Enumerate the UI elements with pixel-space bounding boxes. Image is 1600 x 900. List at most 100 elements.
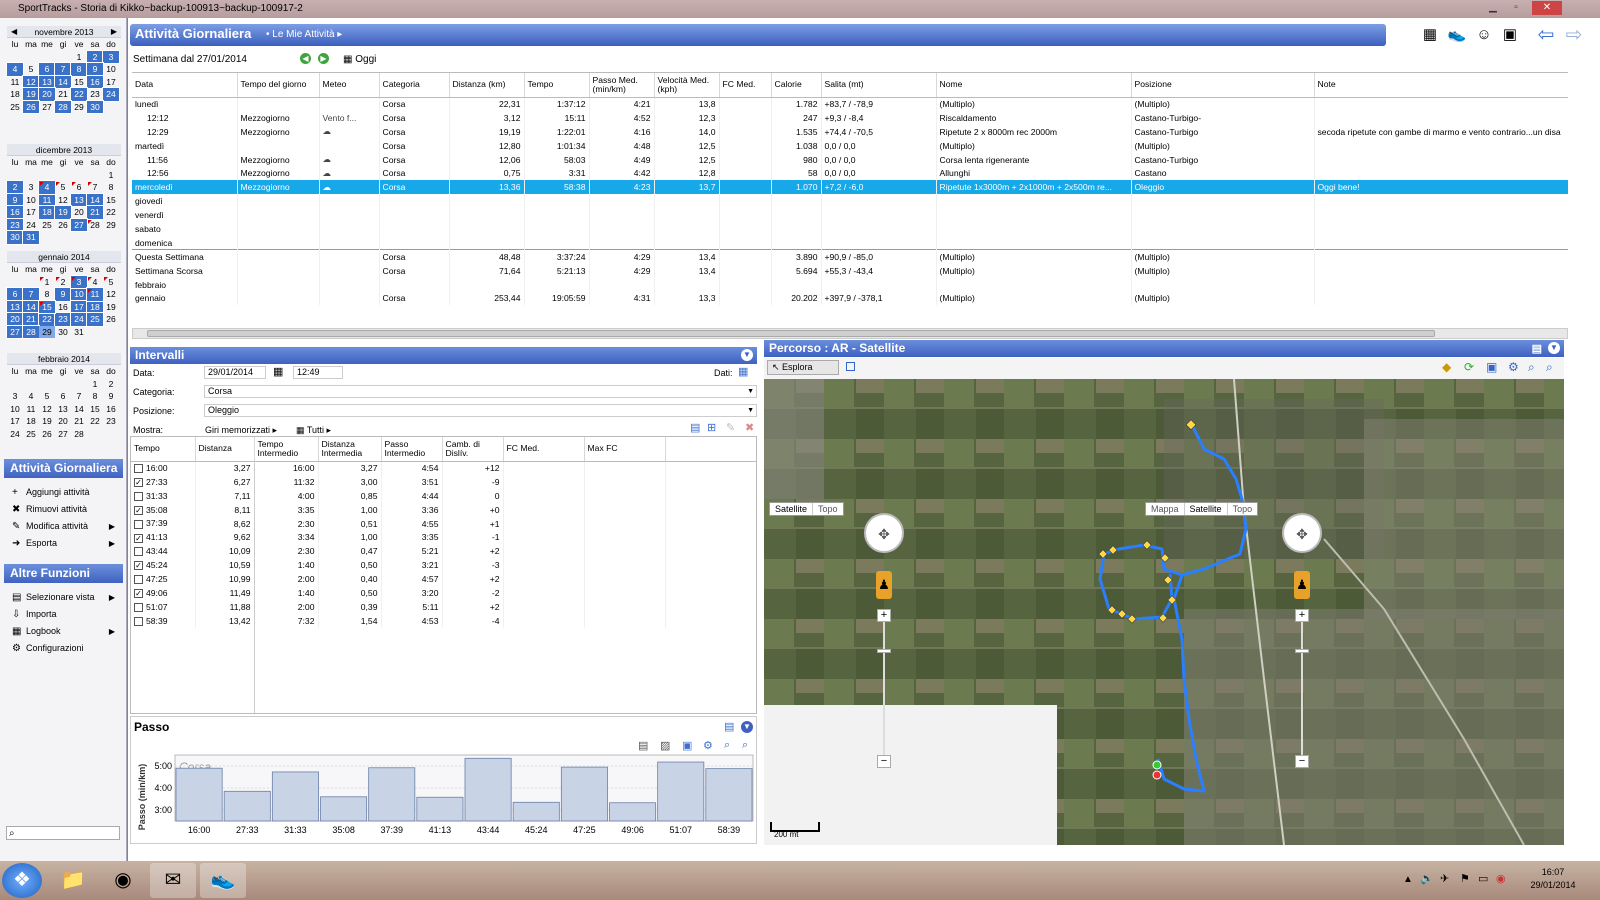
calendar-day[interactable]: 21 [22, 312, 40, 327]
save-map-icon[interactable]: ▣ [1486, 360, 1497, 374]
calendar-day[interactable]: 13 [6, 299, 24, 314]
lap-checkbox[interactable] [134, 491, 143, 501]
calendar-day[interactable]: 17 [23, 206, 39, 219]
calendar-day[interactable]: 19 [103, 301, 119, 314]
map-zoom-in-icon[interactable]: ⌕ [1546, 360, 1553, 375]
horizontal-scrollbar[interactable] [132, 328, 1568, 339]
calendar-day[interactable]: 13 [38, 74, 56, 89]
time-field[interactable]: 12:49 [293, 366, 343, 379]
calendar-day[interactable]: 4 [6, 62, 24, 77]
calendar-day[interactable]: 25 [39, 219, 55, 232]
menu-item[interactable]: ✎ Modifica attività ▶ [4, 518, 123, 535]
calendar-day[interactable]: 4 [87, 276, 103, 289]
lap-row[interactable]: 58:39 13,42 7:32 1,54 4:53 -4 [131, 613, 756, 628]
show-laps-dropdown[interactable]: Giri memorizzati ▸ [205, 425, 277, 436]
lap-checkbox[interactable]: ✓ [134, 505, 143, 515]
calendar-day[interactable]: 27 [39, 101, 55, 114]
calendar-day[interactable]: 14 [71, 403, 87, 416]
calendar-day[interactable]: 15 [103, 194, 119, 207]
calendar-day[interactable]: 15 [38, 299, 56, 314]
calendar-day[interactable]: 28 [22, 324, 40, 339]
data-options-icon[interactable]: ▦ [738, 365, 748, 378]
calendar-day[interactable]: 4 [38, 180, 56, 195]
tab-topo[interactable]: Topo [813, 503, 843, 515]
pace-bar[interactable] [416, 796, 464, 822]
network-icon[interactable]: ✈ [1440, 872, 1449, 885]
chrome-icon[interactable]: ◉ [100, 863, 146, 898]
calendar-day[interactable]: 21 [71, 415, 87, 428]
column-header[interactable]: Salita (mt) [821, 73, 937, 98]
calendar-day[interactable]: 6 [38, 62, 56, 77]
all-dropdown[interactable]: ▦ Tutti ▸ [296, 425, 331, 436]
start-button[interactable]: ❖ [2, 863, 42, 898]
lap-column-header[interactable]: Camb. di Dislív. [442, 437, 504, 462]
pace-bar[interactable] [223, 790, 271, 822]
pace-bar[interactable] [705, 768, 753, 822]
calendar-day[interactable]: 12 [103, 288, 119, 301]
calendar-day[interactable]: 12 [39, 403, 55, 416]
column-header[interactable]: Posizione [1131, 73, 1315, 98]
calendar-day[interactable]: 12 [22, 74, 40, 89]
calendar-day[interactable]: 5 [39, 390, 55, 403]
column-header[interactable]: FC Med. [719, 73, 772, 98]
calendar-day[interactable]: 29 [71, 101, 87, 114]
delete-icon[interactable]: ✖ [745, 421, 754, 434]
lap-checkbox[interactable] [134, 616, 143, 626]
pan-control[interactable]: ✥ [864, 513, 904, 553]
tab-satellite[interactable]: Satellite [770, 503, 814, 515]
lap-checkbox[interactable] [134, 602, 143, 612]
table-row[interactable]: Settimana Scorsa Corsa 71,64 5:21:13 4:29 13,… [132, 263, 1568, 278]
next-week-icon[interactable]: ▶ [318, 53, 329, 64]
panel-layout-icon[interactable]: ▤ [724, 720, 734, 733]
calendar-day[interactable]: 18 [38, 205, 56, 220]
calendar-day[interactable]: 22 [87, 415, 103, 428]
calendar-day[interactable]: 16 [86, 74, 104, 89]
calendar-day[interactable]: 18 [7, 88, 23, 101]
calendar-day[interactable]: 4 [23, 390, 39, 403]
calendar-day[interactable]: 9 [54, 287, 72, 302]
column-header[interactable]: Data [132, 73, 238, 98]
calendar-day[interactable]: 2 [103, 378, 119, 391]
position-select[interactable]: Oleggio ▼ [204, 404, 757, 417]
lap-column-header[interactable]: Max FC [584, 437, 666, 462]
calendar-day[interactable]: 7 [22, 287, 40, 302]
column-header[interactable]: Meteo [319, 73, 380, 98]
pace-bar[interactable] [320, 796, 368, 822]
column-header[interactable]: Note [1314, 73, 1568, 98]
equipment-icon[interactable]: ▣ [1500, 25, 1520, 45]
calendar-day[interactable]: 6 [71, 181, 87, 194]
zoom-slider[interactable] [1301, 615, 1303, 765]
pace-bar[interactable] [464, 757, 512, 822]
calendar-day[interactable]: 3 [70, 274, 88, 289]
calendar-day[interactable]: 7 [54, 62, 72, 77]
collapse-icon[interactable]: ▼ [741, 349, 753, 361]
calendar-day[interactable]: 21 [55, 88, 71, 101]
calendar-day[interactable]: 24 [102, 87, 120, 102]
calendar-day[interactable]: 10 [23, 194, 39, 207]
calendar-day[interactable]: 24 [70, 312, 88, 327]
lap-checkbox[interactable] [134, 575, 143, 585]
calendar-day[interactable]: 5 [55, 181, 71, 194]
calendar-day[interactable]: 28 [71, 428, 87, 441]
calendar-day[interactable]: 3 [7, 390, 23, 403]
shoe-icon[interactable]: 👟 [1447, 25, 1467, 45]
sporttracks-icon[interactable]: 👟 [200, 863, 246, 898]
calendar-day[interactable]: 28 [54, 99, 72, 114]
table-view-icon[interactable]: ▤ [690, 421, 700, 434]
calendar-day[interactable]: 22 [103, 206, 119, 219]
calendar-day[interactable]: 29 [39, 325, 55, 338]
zoom-in-button[interactable]: + [877, 609, 891, 622]
calendar-day[interactable]: 11 [7, 76, 23, 89]
edit-icon[interactable]: ✎ [726, 421, 735, 434]
menu-item[interactable]: ⇩ Importa [4, 606, 123, 623]
calendar-day[interactable]: 1 [103, 169, 119, 182]
clock-time[interactable]: 16:07 [1528, 867, 1578, 877]
breadcrumb[interactable]: • Le Mie Attività ▸ [266, 29, 342, 40]
table-row[interactable]: gennaio Corsa 253,44 19:05:59 4:31 13,3 20.202… [132, 291, 1568, 306]
lap-row[interactable]: 51:07 11,88 2:00 0,39 5:11 +2 [131, 599, 756, 614]
column-header[interactable]: Tempo [524, 73, 590, 98]
calendar-view-icon[interactable]: ▦ [1420, 25, 1440, 45]
volume-icon[interactable]: 🔈 [1420, 872, 1434, 885]
calendar-day[interactable]: 11 [86, 287, 104, 302]
flag-icon[interactable]: ⚑ [1460, 872, 1470, 885]
